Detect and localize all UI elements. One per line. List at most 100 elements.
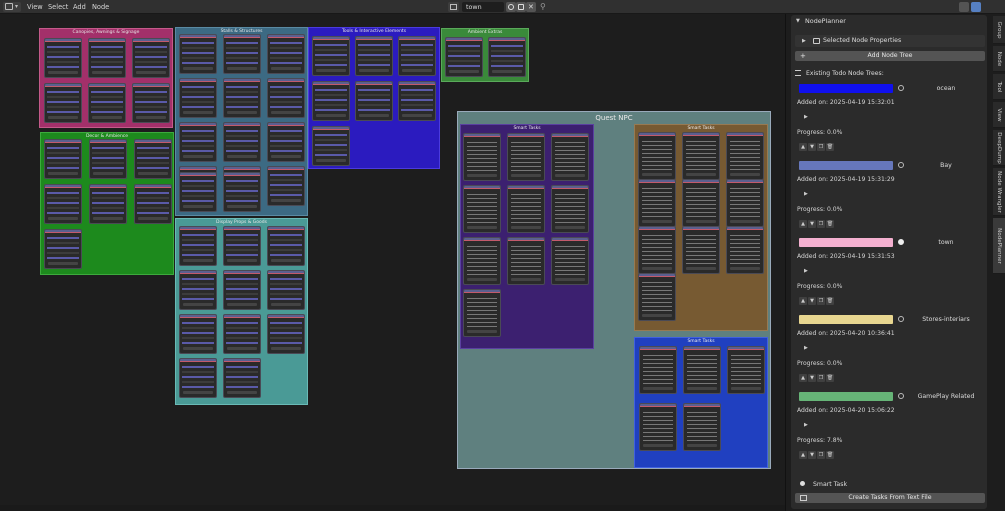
node-card[interactable]: [639, 403, 677, 451]
node-button[interactable]: [271, 347, 301, 350]
frame-smart-tasks[interactable]: Smart Tasks: [634, 337, 768, 468]
node-card[interactable]: [223, 314, 261, 354]
node-button[interactable]: [271, 111, 301, 114]
sidebar-tab-nodeplanner[interactable]: NodePlanner: [993, 218, 1005, 274]
node-button[interactable]: [511, 226, 541, 229]
node-card[interactable]: [507, 185, 545, 233]
node-button[interactable]: [48, 217, 78, 220]
duplicate-tree-button[interactable]: [516, 2, 526, 12]
node-button[interactable]: [467, 278, 497, 281]
node-button[interactable]: [687, 387, 717, 390]
move-down-icon[interactable]: ▼: [808, 143, 816, 151]
node-button[interactable]: [48, 172, 78, 175]
node-button[interactable]: [138, 172, 168, 175]
duplicate-icon[interactable]: ❐: [817, 451, 825, 459]
node-card[interactable]: [507, 237, 545, 285]
node-card[interactable]: [223, 270, 261, 310]
node-card[interactable]: [445, 37, 483, 77]
active-tree-radio[interactable]: [898, 393, 904, 399]
move-up-icon[interactable]: ▲: [799, 374, 807, 382]
node-card[interactable]: [638, 132, 676, 180]
delete-icon[interactable]: 🗑: [826, 220, 834, 228]
fake-user-button[interactable]: [506, 2, 516, 12]
tree-name[interactable]: Stores-interiars: [907, 315, 985, 324]
duplicate-icon[interactable]: ❐: [817, 143, 825, 151]
menu-select[interactable]: Select: [48, 3, 68, 11]
node-button[interactable]: [642, 314, 672, 317]
node-card[interactable]: [132, 83, 170, 123]
sidebar-tab-node-wrangler[interactable]: Node Wrangler: [993, 168, 1005, 216]
move-up-icon[interactable]: ▲: [799, 451, 807, 459]
node-card[interactable]: [44, 38, 82, 78]
move-up-icon[interactable]: ▲: [799, 297, 807, 305]
node-button[interactable]: [48, 116, 78, 119]
delete-icon[interactable]: 🗑: [826, 143, 834, 151]
node-card[interactable]: [551, 133, 589, 181]
node-card[interactable]: [355, 81, 393, 121]
menu-add[interactable]: Add: [73, 3, 86, 11]
menu-view[interactable]: View: [27, 3, 43, 11]
node-card[interactable]: [398, 36, 436, 76]
active-tree-radio[interactable]: [898, 239, 904, 245]
node-button[interactable]: [136, 116, 166, 119]
editor-type-button[interactable]: ▾: [3, 2, 21, 12]
node-button[interactable]: [183, 391, 213, 394]
node-card[interactable]: [463, 133, 501, 181]
node-card[interactable]: [44, 229, 82, 269]
node-card[interactable]: [267, 270, 305, 310]
node-card[interactable]: [683, 403, 721, 451]
node-button[interactable]: [227, 391, 257, 394]
node-card[interactable]: [463, 289, 501, 337]
frame-ambient[interactable]: Ambient Extras: [441, 28, 529, 82]
node-button[interactable]: [316, 69, 346, 72]
delete-icon[interactable]: 🗑: [826, 374, 834, 382]
node-button[interactable]: [271, 259, 301, 262]
node-card[interactable]: [638, 179, 676, 227]
node-card[interactable]: [223, 226, 261, 266]
node-button[interactable]: [92, 71, 122, 74]
move-up-icon[interactable]: ▲: [799, 220, 807, 228]
move-down-icon[interactable]: ▼: [808, 374, 816, 382]
node-card[interactable]: [44, 184, 82, 224]
expand-play-icon[interactable]: ▶: [804, 114, 808, 120]
node-button[interactable]: [730, 267, 760, 270]
unlink-tree-button[interactable]: ✕: [526, 2, 536, 12]
node-card[interactable]: [551, 185, 589, 233]
node-button[interactable]: [731, 387, 761, 390]
node-card[interactable]: [179, 358, 217, 398]
move-up-icon[interactable]: ▲: [799, 143, 807, 151]
active-tree-radio[interactable]: [898, 85, 904, 91]
node-button[interactable]: [93, 217, 123, 220]
node-button[interactable]: [316, 159, 346, 162]
node-tree-name-field[interactable]: town: [462, 2, 504, 12]
node-card[interactable]: [134, 184, 172, 224]
node-button[interactable]: [183, 111, 213, 114]
node-card[interactable]: [179, 270, 217, 310]
tree-name[interactable]: ocean: [907, 84, 985, 93]
node-button[interactable]: [402, 69, 432, 72]
node-button[interactable]: [643, 387, 673, 390]
node-card[interactable]: [89, 139, 127, 179]
node-button[interactable]: [642, 267, 672, 270]
node-button[interactable]: [227, 259, 257, 262]
node-button[interactable]: [359, 69, 389, 72]
node-card[interactable]: [312, 81, 350, 121]
node-tree-browse-button[interactable]: [448, 2, 459, 12]
node-card[interactable]: [179, 34, 217, 74]
node-card[interactable]: [223, 78, 261, 118]
pin-icon[interactable]: ⚲: [540, 2, 546, 11]
expand-play-icon[interactable]: ▶: [804, 345, 808, 351]
expand-play-icon[interactable]: ▶: [804, 268, 808, 274]
frame-smart-tasks[interactable]: Smart Tasks: [460, 124, 594, 349]
sidebar-tab-node[interactable]: Node: [993, 46, 1005, 72]
node-card[interactable]: [355, 36, 393, 76]
node-card[interactable]: [727, 346, 765, 394]
frame-decor[interactable]: Decor & Ambience: [40, 132, 174, 275]
node-card[interactable]: [267, 78, 305, 118]
node-button[interactable]: [467, 330, 497, 333]
node-card[interactable]: [507, 133, 545, 181]
node-card[interactable]: [638, 226, 676, 274]
node-button[interactable]: [467, 174, 497, 177]
move-down-icon[interactable]: ▼: [808, 220, 816, 228]
node-button[interactable]: [686, 220, 716, 223]
